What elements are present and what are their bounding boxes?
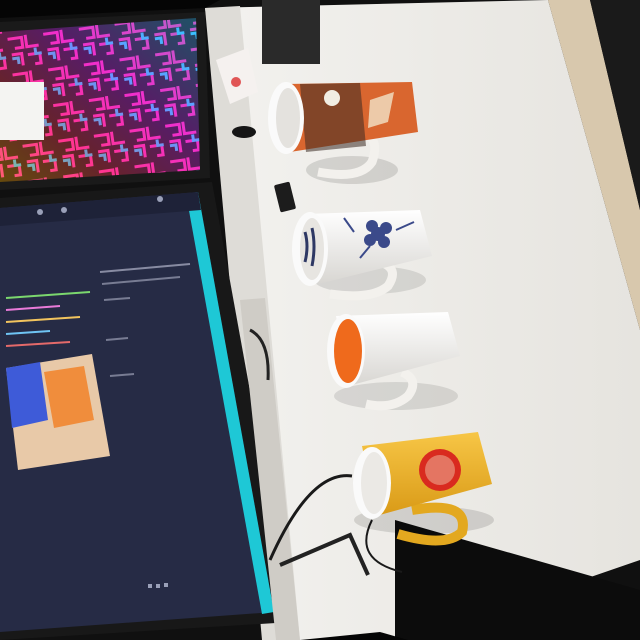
small-figure <box>232 126 256 138</box>
mug-orange-interior <box>334 319 362 383</box>
mug-logo-inner <box>425 455 455 485</box>
speaker-box <box>262 0 320 64</box>
yellow-logo-mug <box>353 432 494 546</box>
mug-opening <box>300 218 324 280</box>
mug-opening <box>276 88 300 148</box>
blue-flower-mug <box>292 210 432 301</box>
toolbar-dot-icon <box>157 196 163 202</box>
desk-photo <box>0 0 640 640</box>
top-monitor-window <box>0 82 44 140</box>
orange-lined-mug <box>327 312 460 411</box>
note-sticker <box>231 77 241 87</box>
toolbar-dot-icon <box>37 209 43 215</box>
toolbar-dot-icon <box>61 207 67 213</box>
mug-opening <box>361 452 387 514</box>
photo-scene <box>0 0 640 640</box>
mug-art-face <box>324 90 340 106</box>
